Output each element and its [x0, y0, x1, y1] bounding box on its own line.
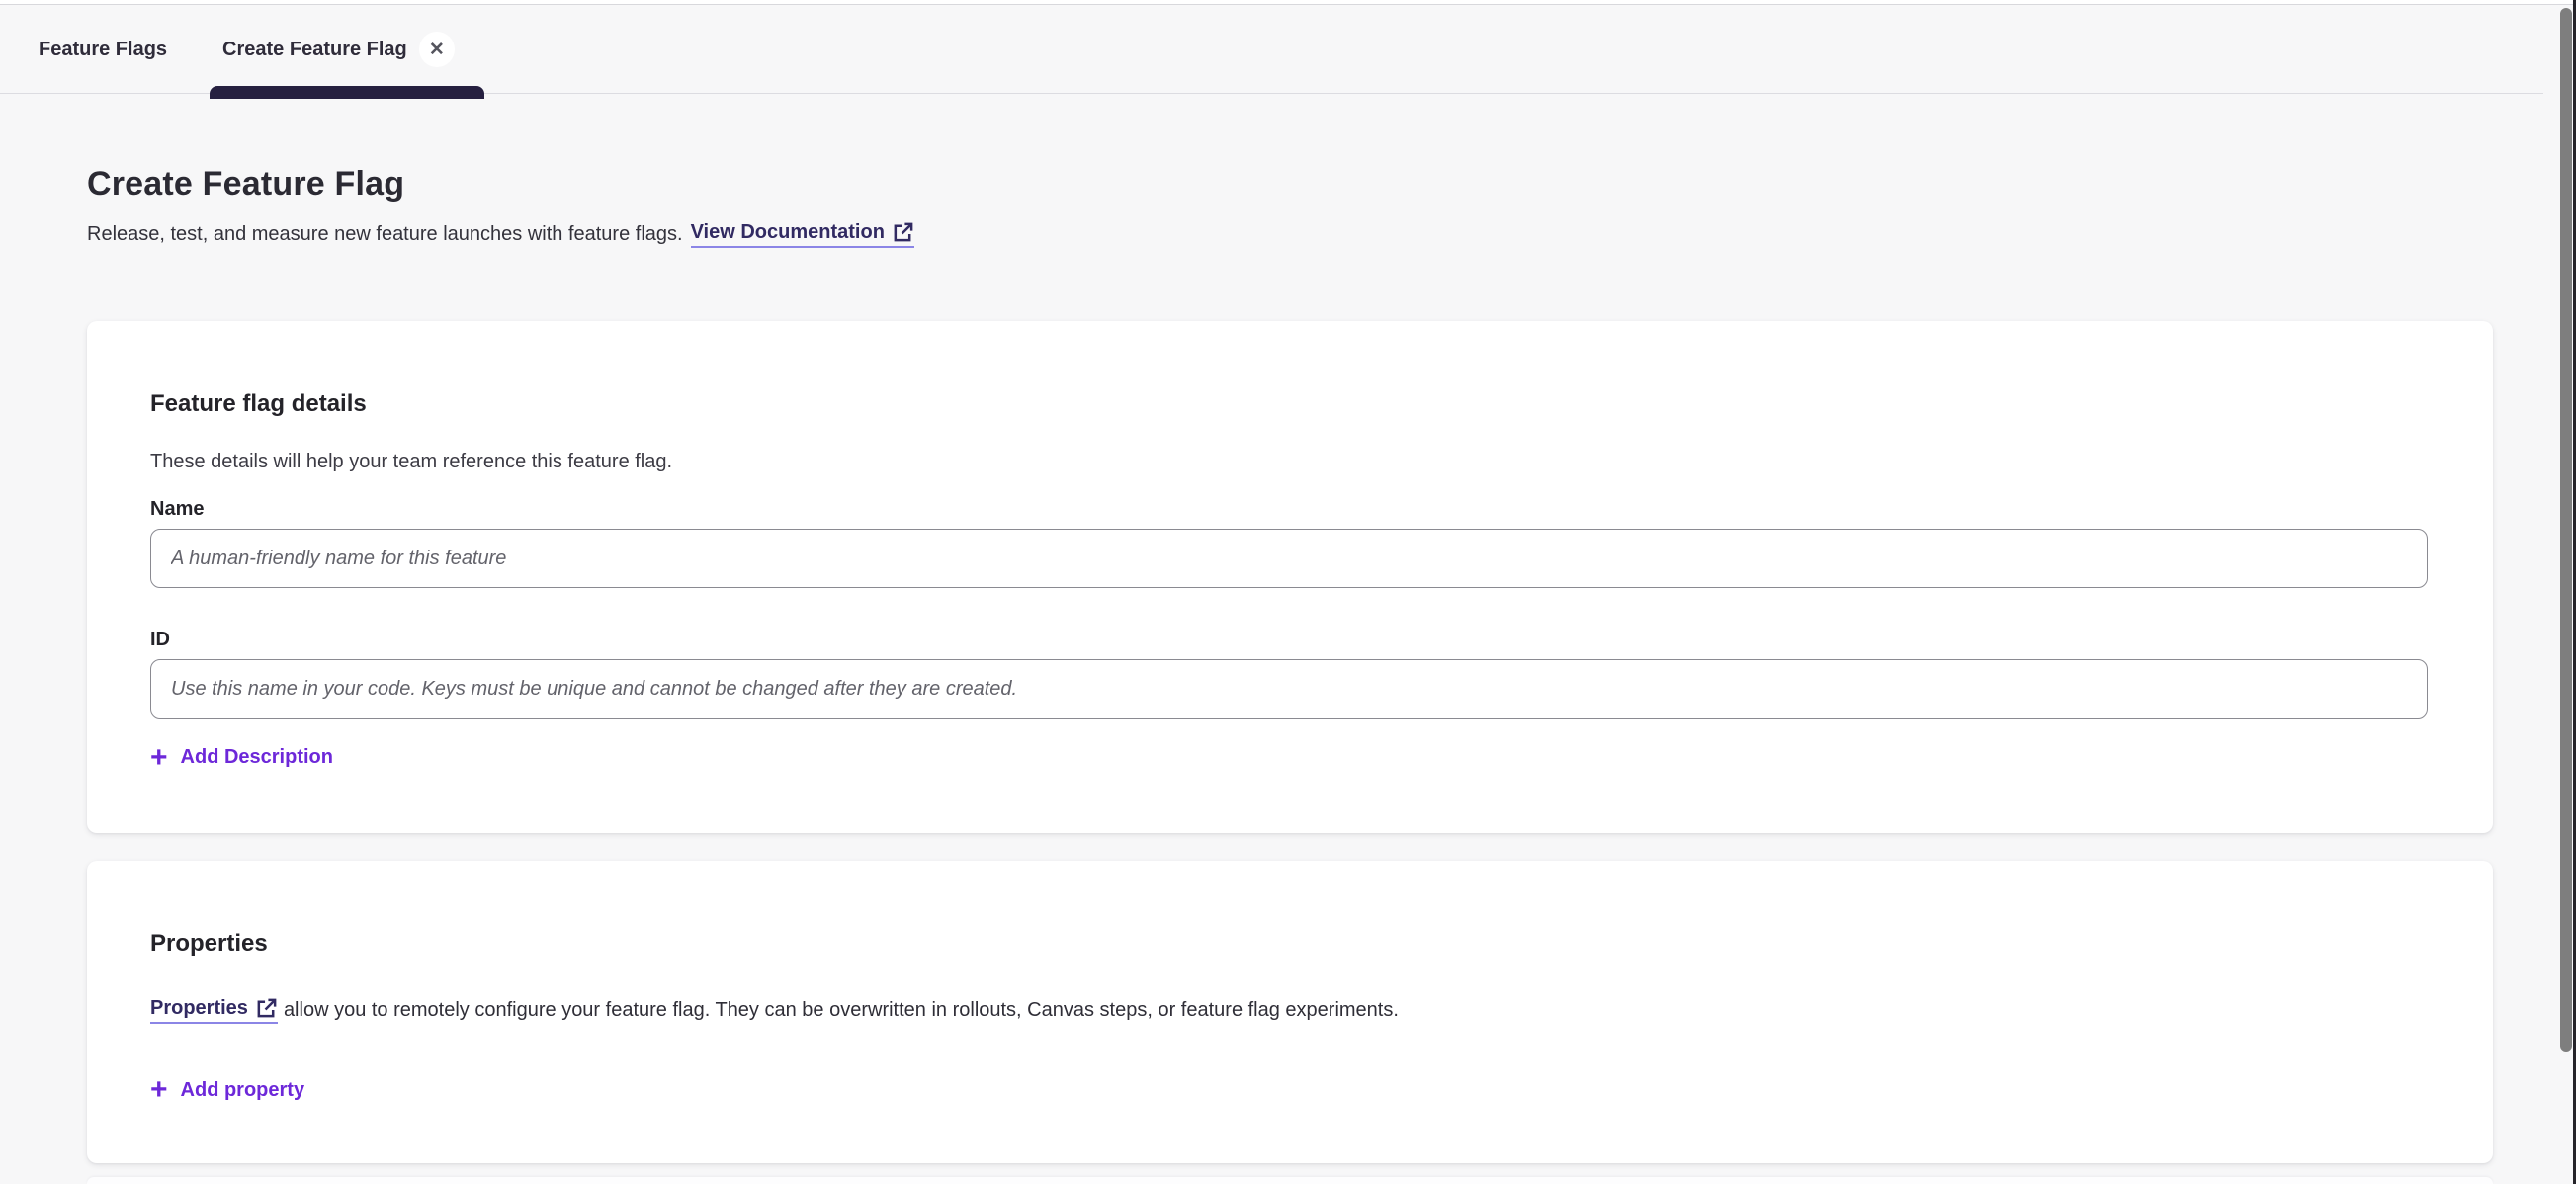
properties-doc-link[interactable]: Properties	[150, 997, 278, 1024]
page-subtitle-text: Release, test, and measure new feature l…	[87, 223, 683, 246]
tab-bar: Feature Flags Create Feature Flag ✕	[0, 6, 2543, 94]
close-tab-button[interactable]: ✕	[419, 32, 455, 67]
id-input[interactable]	[150, 659, 2428, 719]
tab-create-feature-flag[interactable]: Create Feature Flag ✕	[210, 6, 484, 93]
properties-doc-link-label: Properties	[150, 997, 248, 1020]
add-description-button[interactable]: + Add Description	[150, 746, 333, 769]
view-documentation-label: View Documentation	[691, 221, 885, 244]
page-title: Create Feature Flag	[87, 165, 2493, 204]
tab-create-feature-flag-label: Create Feature Flag	[222, 39, 407, 61]
plus-icon: +	[150, 747, 168, 769]
view-documentation-link[interactable]: View Documentation	[691, 221, 914, 248]
properties-card-heading: Properties	[150, 930, 2428, 958]
close-icon: ✕	[429, 39, 445, 61]
properties-card: Properties Properties allow you to remot…	[87, 861, 2493, 1164]
properties-card-description: Properties allow you to remotely configu…	[150, 997, 2428, 1024]
external-link-icon	[255, 997, 278, 1020]
name-input[interactable]	[150, 529, 2428, 588]
feature-flag-details-card: Feature flag details These details will …	[87, 321, 2493, 833]
add-property-button[interactable]: + Add property	[150, 1079, 304, 1102]
main-content: Create Feature Flag Release, test, and m…	[87, 94, 2493, 1163]
properties-description-text: allow you to remotely configure your fea…	[284, 999, 1399, 1022]
plus-icon: +	[150, 1079, 168, 1101]
next-card-top-edge	[87, 1177, 2493, 1184]
details-card-description: These details will help your team refere…	[150, 451, 2428, 473]
vertical-scrollbar-thumb[interactable]	[2560, 8, 2572, 1052]
browser-chrome-edge	[0, 0, 2576, 5]
id-label: ID	[150, 629, 2428, 651]
add-description-label: Add Description	[181, 746, 333, 769]
add-property-label: Add property	[181, 1079, 305, 1102]
page-subtitle: Release, test, and measure new feature l…	[87, 221, 2493, 248]
details-card-heading: Feature flag details	[150, 390, 2428, 418]
external-link-icon	[892, 221, 914, 244]
name-label: Name	[150, 498, 2428, 521]
tab-feature-flags[interactable]: Feature Flags	[26, 6, 180, 93]
tab-feature-flags-label: Feature Flags	[39, 39, 167, 61]
